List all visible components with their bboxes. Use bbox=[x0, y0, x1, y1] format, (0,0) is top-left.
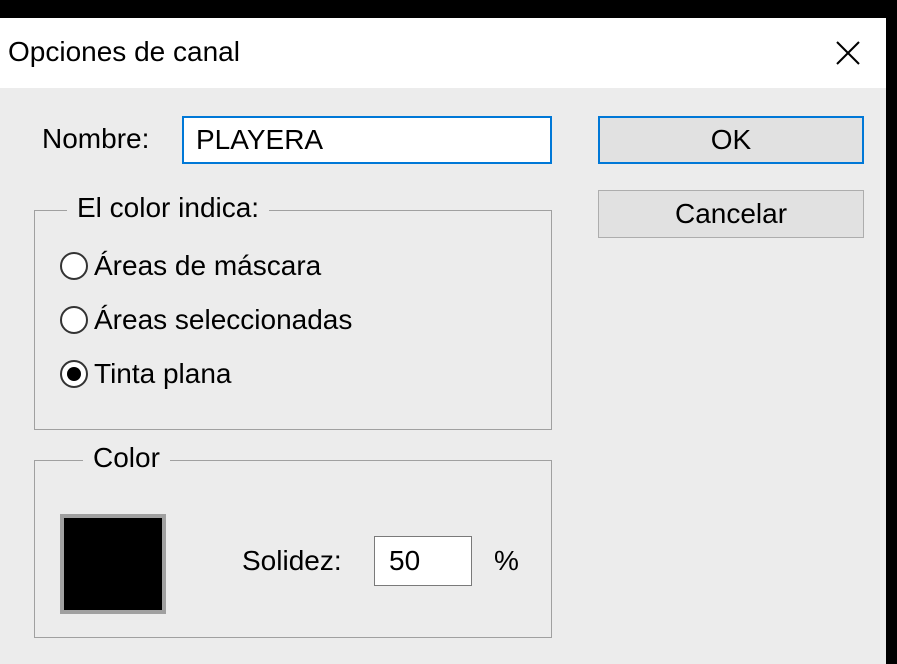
radio-button-selected[interactable] bbox=[60, 360, 88, 388]
title-bar: Opciones de canal bbox=[0, 18, 886, 88]
radio-label-selected-areas: Áreas seleccionadas bbox=[94, 304, 353, 335]
top-black-strip bbox=[0, 0, 897, 18]
radio-label-mask-areas: Áreas de máscara bbox=[94, 250, 322, 281]
percent-sign: % bbox=[494, 545, 519, 576]
name-input[interactable] bbox=[182, 116, 552, 164]
cancel-button[interactable]: Cancelar bbox=[598, 190, 864, 238]
color-indicates-legend: El color indica: bbox=[67, 191, 270, 225]
radio-label-spot-color: Tinta plana bbox=[94, 358, 232, 389]
solidity-label: Solidez: bbox=[242, 545, 342, 576]
radio-selected-dot bbox=[67, 367, 81, 381]
radio-spot-color[interactable]: Tinta plana bbox=[60, 356, 232, 392]
color-swatch[interactable] bbox=[60, 514, 166, 614]
radio-button[interactable] bbox=[60, 306, 88, 334]
close-icon bbox=[836, 41, 860, 65]
close-button[interactable] bbox=[820, 28, 876, 78]
radio-mask-areas[interactable]: Áreas de máscara bbox=[60, 248, 321, 284]
name-label: Nombre: bbox=[42, 123, 150, 154]
channel-options-dialog: Opciones de canal Nombre: OK Cancelar El… bbox=[0, 18, 886, 664]
solidity-input[interactable] bbox=[374, 536, 472, 586]
radio-button[interactable] bbox=[60, 252, 88, 280]
radio-selected-areas[interactable]: Áreas seleccionadas bbox=[60, 302, 352, 338]
ok-button[interactable]: OK bbox=[598, 116, 864, 164]
dialog-title: Opciones de canal bbox=[8, 36, 240, 67]
color-group-legend: Color bbox=[83, 441, 170, 475]
